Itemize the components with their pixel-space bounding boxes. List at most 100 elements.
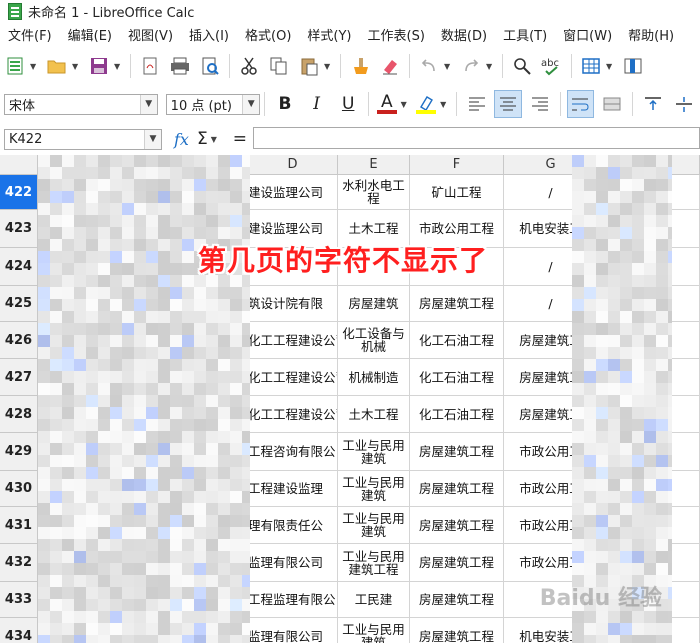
- chevron-down-icon[interactable]: ▼: [30, 62, 40, 71]
- align-middle-button[interactable]: [670, 90, 698, 118]
- print-preview-icon[interactable]: [197, 53, 223, 79]
- cell-f429[interactable]: 房屋建筑工程: [410, 433, 504, 471]
- row-header-422[interactable]: 422: [0, 175, 38, 210]
- menu-edit[interactable]: 编辑(E): [60, 25, 120, 44]
- row-header-429[interactable]: 429: [0, 433, 38, 471]
- cell-f433[interactable]: 房屋建筑工程: [410, 582, 504, 618]
- cell-d426[interactable]: 化工工程建设公司: [248, 322, 338, 359]
- menu-tools[interactable]: 工具(T): [495, 25, 555, 44]
- column-header-d[interactable]: D: [248, 155, 338, 175]
- column-header-f[interactable]: F: [410, 155, 504, 175]
- chevron-down-icon[interactable]: ▼: [444, 62, 454, 71]
- font-name-combo[interactable]: 宋体 ▼: [4, 93, 158, 115]
- bold-button[interactable]: B: [271, 90, 299, 118]
- align-center-button[interactable]: [494, 90, 523, 118]
- align-top-button[interactable]: [639, 90, 667, 118]
- row-header-430[interactable]: 430: [0, 471, 38, 507]
- new-spreadsheet-icon[interactable]: [2, 53, 28, 79]
- cell-d429[interactable]: 工程咨询有限公: [248, 433, 338, 471]
- cell-e430[interactable]: 工业与民用建筑: [338, 471, 410, 507]
- row-header-432[interactable]: 432: [0, 544, 38, 582]
- cell-e431[interactable]: 工业与民用建筑: [338, 507, 410, 544]
- chevron-down-icon[interactable]: ▼: [139, 94, 157, 114]
- cell-d430[interactable]: 工程建设监理: [248, 471, 338, 507]
- row-header-431[interactable]: 431: [0, 507, 38, 544]
- menu-file[interactable]: 文件(F): [0, 25, 60, 44]
- cell-f432[interactable]: 房屋建筑工程: [410, 544, 504, 582]
- chevron-down-icon[interactable]: ▼: [324, 62, 334, 71]
- menu-sheet[interactable]: 工作表(S): [360, 25, 433, 44]
- wrap-text-button[interactable]: [566, 90, 595, 118]
- cell-f422[interactable]: 矿山工程: [410, 175, 504, 210]
- cell-f428[interactable]: 化工石油工程: [410, 396, 504, 433]
- chevron-down-icon[interactable]: ▼: [606, 62, 616, 71]
- cell-f425[interactable]: 房屋建筑工程: [410, 286, 504, 322]
- redo-icon[interactable]: [458, 53, 484, 79]
- chevron-down-icon[interactable]: ▼: [211, 135, 221, 144]
- row-header-433[interactable]: 433: [0, 582, 38, 618]
- chevron-down-icon[interactable]: ▼: [114, 62, 124, 71]
- menu-view[interactable]: 视图(V): [120, 25, 181, 44]
- chevron-down-icon[interactable]: ▼: [440, 100, 450, 109]
- cell-e433[interactable]: 工民建: [338, 582, 410, 618]
- row-header-424[interactable]: 424: [0, 248, 38, 286]
- name-box[interactable]: K422 ▼: [4, 128, 162, 150]
- menu-window[interactable]: 窗口(W): [555, 25, 620, 44]
- open-folder-icon[interactable]: [44, 53, 70, 79]
- cell-e427[interactable]: 机械制造: [338, 359, 410, 396]
- align-left-button[interactable]: [463, 90, 491, 118]
- row-header-427[interactable]: 427: [0, 359, 38, 396]
- cell-e428[interactable]: 土木工程: [338, 396, 410, 433]
- menu-insert[interactable]: 插入(I): [181, 25, 237, 44]
- cell-d427[interactable]: 化工工程建设公司: [248, 359, 338, 396]
- clear-formatting-icon[interactable]: [377, 53, 403, 79]
- chevron-down-icon[interactable]: ▼: [401, 100, 411, 109]
- select-all-corner[interactable]: [0, 155, 38, 175]
- cell-e434[interactable]: 工业与民用建筑: [338, 618, 410, 643]
- formula-equals-icon[interactable]: =: [233, 129, 247, 149]
- cell-e422[interactable]: 水利水电工程: [338, 175, 410, 210]
- formula-input[interactable]: [253, 127, 700, 149]
- chevron-down-icon[interactable]: ▼: [72, 62, 82, 71]
- cell-e426[interactable]: 化工设备与机械: [338, 322, 410, 359]
- row-header-426[interactable]: 426: [0, 322, 38, 359]
- row-header-423[interactable]: 423: [0, 210, 38, 248]
- column-icon[interactable]: [620, 53, 646, 79]
- cell-e432[interactable]: 工业与民用建筑工程: [338, 544, 410, 582]
- menu-format[interactable]: 格式(O): [237, 25, 299, 44]
- undo-icon[interactable]: [416, 53, 442, 79]
- cell-d432[interactable]: 监理有限公司: [248, 544, 338, 582]
- align-right-button[interactable]: [526, 90, 554, 118]
- highlight-color-button[interactable]: [414, 90, 438, 118]
- row-header-428[interactable]: 428: [0, 396, 38, 433]
- cell-d434[interactable]: 监理有限公司: [248, 618, 338, 643]
- sum-icon[interactable]: Σ: [197, 129, 208, 149]
- cell-d433[interactable]: 工程监理有限公: [248, 582, 338, 618]
- cell-f431[interactable]: 房屋建筑工程: [410, 507, 504, 544]
- spreadsheet-grid[interactable]: D E F G 422 建设监理公司 水利水电工程 矿山工程/423 建设监理公司 土木工…: [0, 155, 700, 643]
- row-header-425[interactable]: 425: [0, 286, 38, 322]
- chevron-down-icon[interactable]: ▼: [144, 129, 161, 149]
- cell-f430[interactable]: 房屋建筑工程: [410, 471, 504, 507]
- spelling-icon[interactable]: abc: [539, 53, 565, 79]
- column-header-e[interactable]: E: [338, 155, 410, 175]
- cell-f426[interactable]: 化工石油工程: [410, 322, 504, 359]
- font-color-button[interactable]: A: [375, 90, 399, 118]
- copy-icon[interactable]: [266, 53, 292, 79]
- function-wizard-icon[interactable]: fx: [174, 130, 189, 149]
- cell-e425[interactable]: 房屋建筑: [338, 286, 410, 322]
- cell-f434[interactable]: 房屋建筑工程: [410, 618, 504, 643]
- row-header-434[interactable]: 434: [0, 618, 38, 643]
- cell-d425[interactable]: 筑设计院有限: [248, 286, 338, 322]
- menu-styles[interactable]: 样式(Y): [299, 25, 359, 44]
- cell-d431[interactable]: 理有限责任公: [248, 507, 338, 544]
- cell-e429[interactable]: 工业与民用建筑: [338, 433, 410, 471]
- underline-button[interactable]: U: [334, 90, 362, 118]
- cut-icon[interactable]: [236, 53, 262, 79]
- chevron-down-icon[interactable]: ▼: [486, 62, 496, 71]
- font-size-combo[interactable]: 10 点 (pt) ▼: [165, 93, 261, 115]
- italic-button[interactable]: I: [303, 90, 331, 118]
- find-replace-icon[interactable]: [509, 53, 535, 79]
- cell-d422[interactable]: 建设监理公司: [248, 175, 338, 210]
- menu-help[interactable]: 帮助(H): [620, 25, 682, 44]
